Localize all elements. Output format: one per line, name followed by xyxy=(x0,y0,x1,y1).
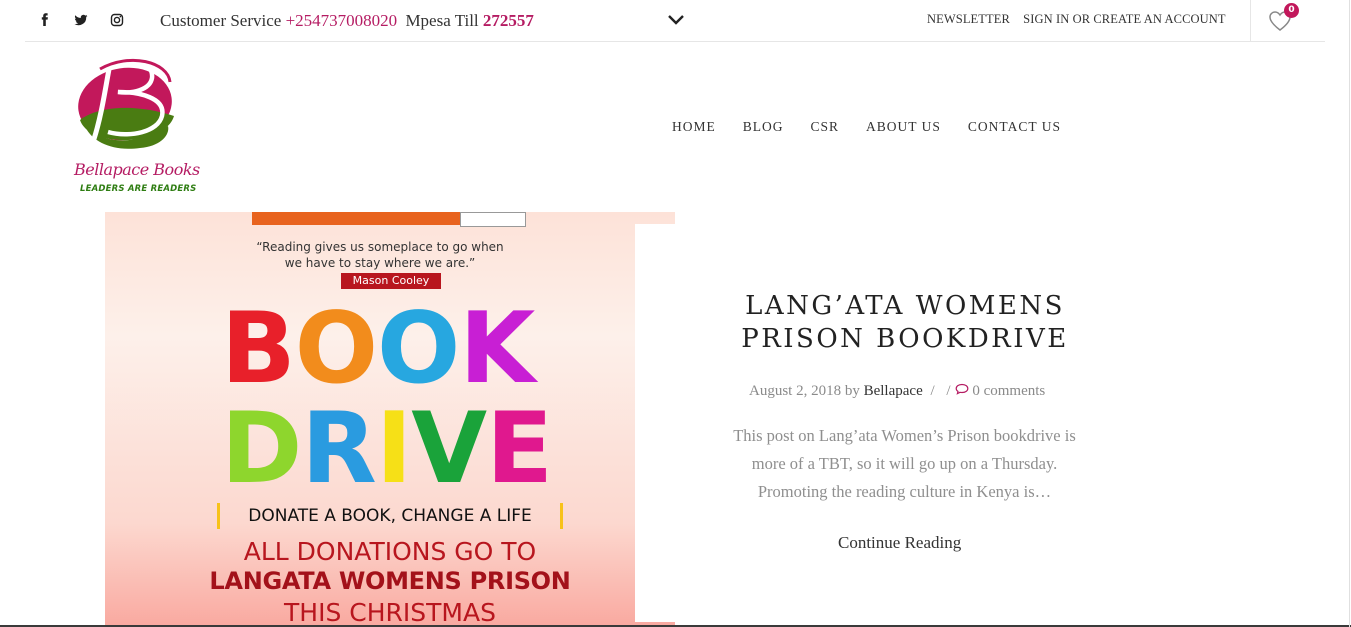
poster-all-donations: ALL DONATIONS GO TO xyxy=(243,537,537,566)
twitter-icon[interactable] xyxy=(73,12,89,28)
chevron-down-icon[interactable] xyxy=(667,12,685,28)
nav-about-us[interactable]: ABOUT US xyxy=(866,119,941,135)
till-number: 272557 xyxy=(482,11,534,30)
poster-letter: O xyxy=(377,292,460,406)
comments-link[interactable]: 0 comments xyxy=(972,383,1045,399)
nav-contact-us[interactable]: CONTACT US xyxy=(968,119,1061,135)
continue-reading-link[interactable]: Continue Reading xyxy=(838,533,961,553)
poster-langata: LANGATA WOMENS PRISON xyxy=(209,567,571,595)
comment-icon xyxy=(955,383,969,399)
logo-tagline: LEADERS ARE READERS xyxy=(80,184,197,194)
post-featured-image[interactable]: “Reading gives us someplace to go when w… xyxy=(105,212,675,627)
main-nav: HOME BLOG CSR ABOUT US CONTACT US xyxy=(672,119,1088,135)
poster-edge xyxy=(635,224,675,622)
poster-letter: K xyxy=(459,292,535,406)
newsletter-link[interactable]: NEWSLETTER xyxy=(927,12,1010,26)
service-label: Customer Service xyxy=(160,11,282,30)
by-label: by xyxy=(844,383,860,399)
meta-separator: / xyxy=(946,383,951,399)
nav-home[interactable]: HOME xyxy=(672,119,716,135)
poster-christmas: THIS CHRISTMAS xyxy=(284,598,496,627)
poster-letter: D xyxy=(221,392,302,506)
account-links: NEWSLETTER SIGN IN OR CREATE AN ACCOUNT xyxy=(927,12,1226,27)
post-date: August 2, 2018 xyxy=(749,383,842,399)
poster-letter: B xyxy=(221,292,296,406)
poster-letter: E xyxy=(486,392,553,506)
wishlist-count-badge: 0 xyxy=(1284,3,1299,18)
meta-separator: / xyxy=(930,383,935,399)
poster-word-drive: DRIVE xyxy=(221,392,553,506)
poster-logo-band xyxy=(252,212,460,225)
poster-word-book: BOOK xyxy=(221,292,535,406)
poster-letter: I xyxy=(375,392,412,506)
page-right-border xyxy=(1349,0,1350,627)
poster-letter: O xyxy=(294,292,378,406)
post-meta: August 2, 2018 by Bellapace / / 0 commen… xyxy=(749,383,1045,400)
poster-letter: R xyxy=(301,392,376,506)
social-links xyxy=(37,12,125,28)
poster-letter: V xyxy=(411,392,487,506)
post-title[interactable]: LANG’ATA WOMENS PRISON BOOKDRIVE xyxy=(735,290,1075,356)
post-excerpt: This post on Lang’ata Women’s Prison boo… xyxy=(733,426,1076,501)
nav-blog[interactable]: BLOG xyxy=(743,119,784,135)
facebook-icon[interactable] xyxy=(37,12,53,28)
top-bar: Customer Service +254737008020 Mpesa Til… xyxy=(25,0,1325,42)
till-label: Mpesa Till xyxy=(405,11,479,30)
logo-name: Bellapace Books xyxy=(74,160,200,179)
signin-link[interactable]: SIGN IN OR CREATE AN ACCOUNT xyxy=(1023,12,1225,26)
customer-service-info: Customer Service +254737008020 Mpesa Til… xyxy=(160,11,534,31)
poster-quote: “Reading gives us someplace to go when w… xyxy=(256,240,504,270)
post-author-link[interactable]: Bellapace xyxy=(864,383,923,399)
instagram-icon[interactable] xyxy=(109,12,125,28)
poster-donate-line: DONATE A BOOK, CHANGE A LIFE xyxy=(217,503,563,529)
poster-quote-author: Mason Cooley xyxy=(341,273,441,289)
nav-csr[interactable]: CSR xyxy=(811,119,840,135)
divider xyxy=(1250,0,1251,41)
poster-sponsor-box xyxy=(460,212,526,227)
service-phone-link[interactable]: +254737008020 xyxy=(286,11,398,30)
